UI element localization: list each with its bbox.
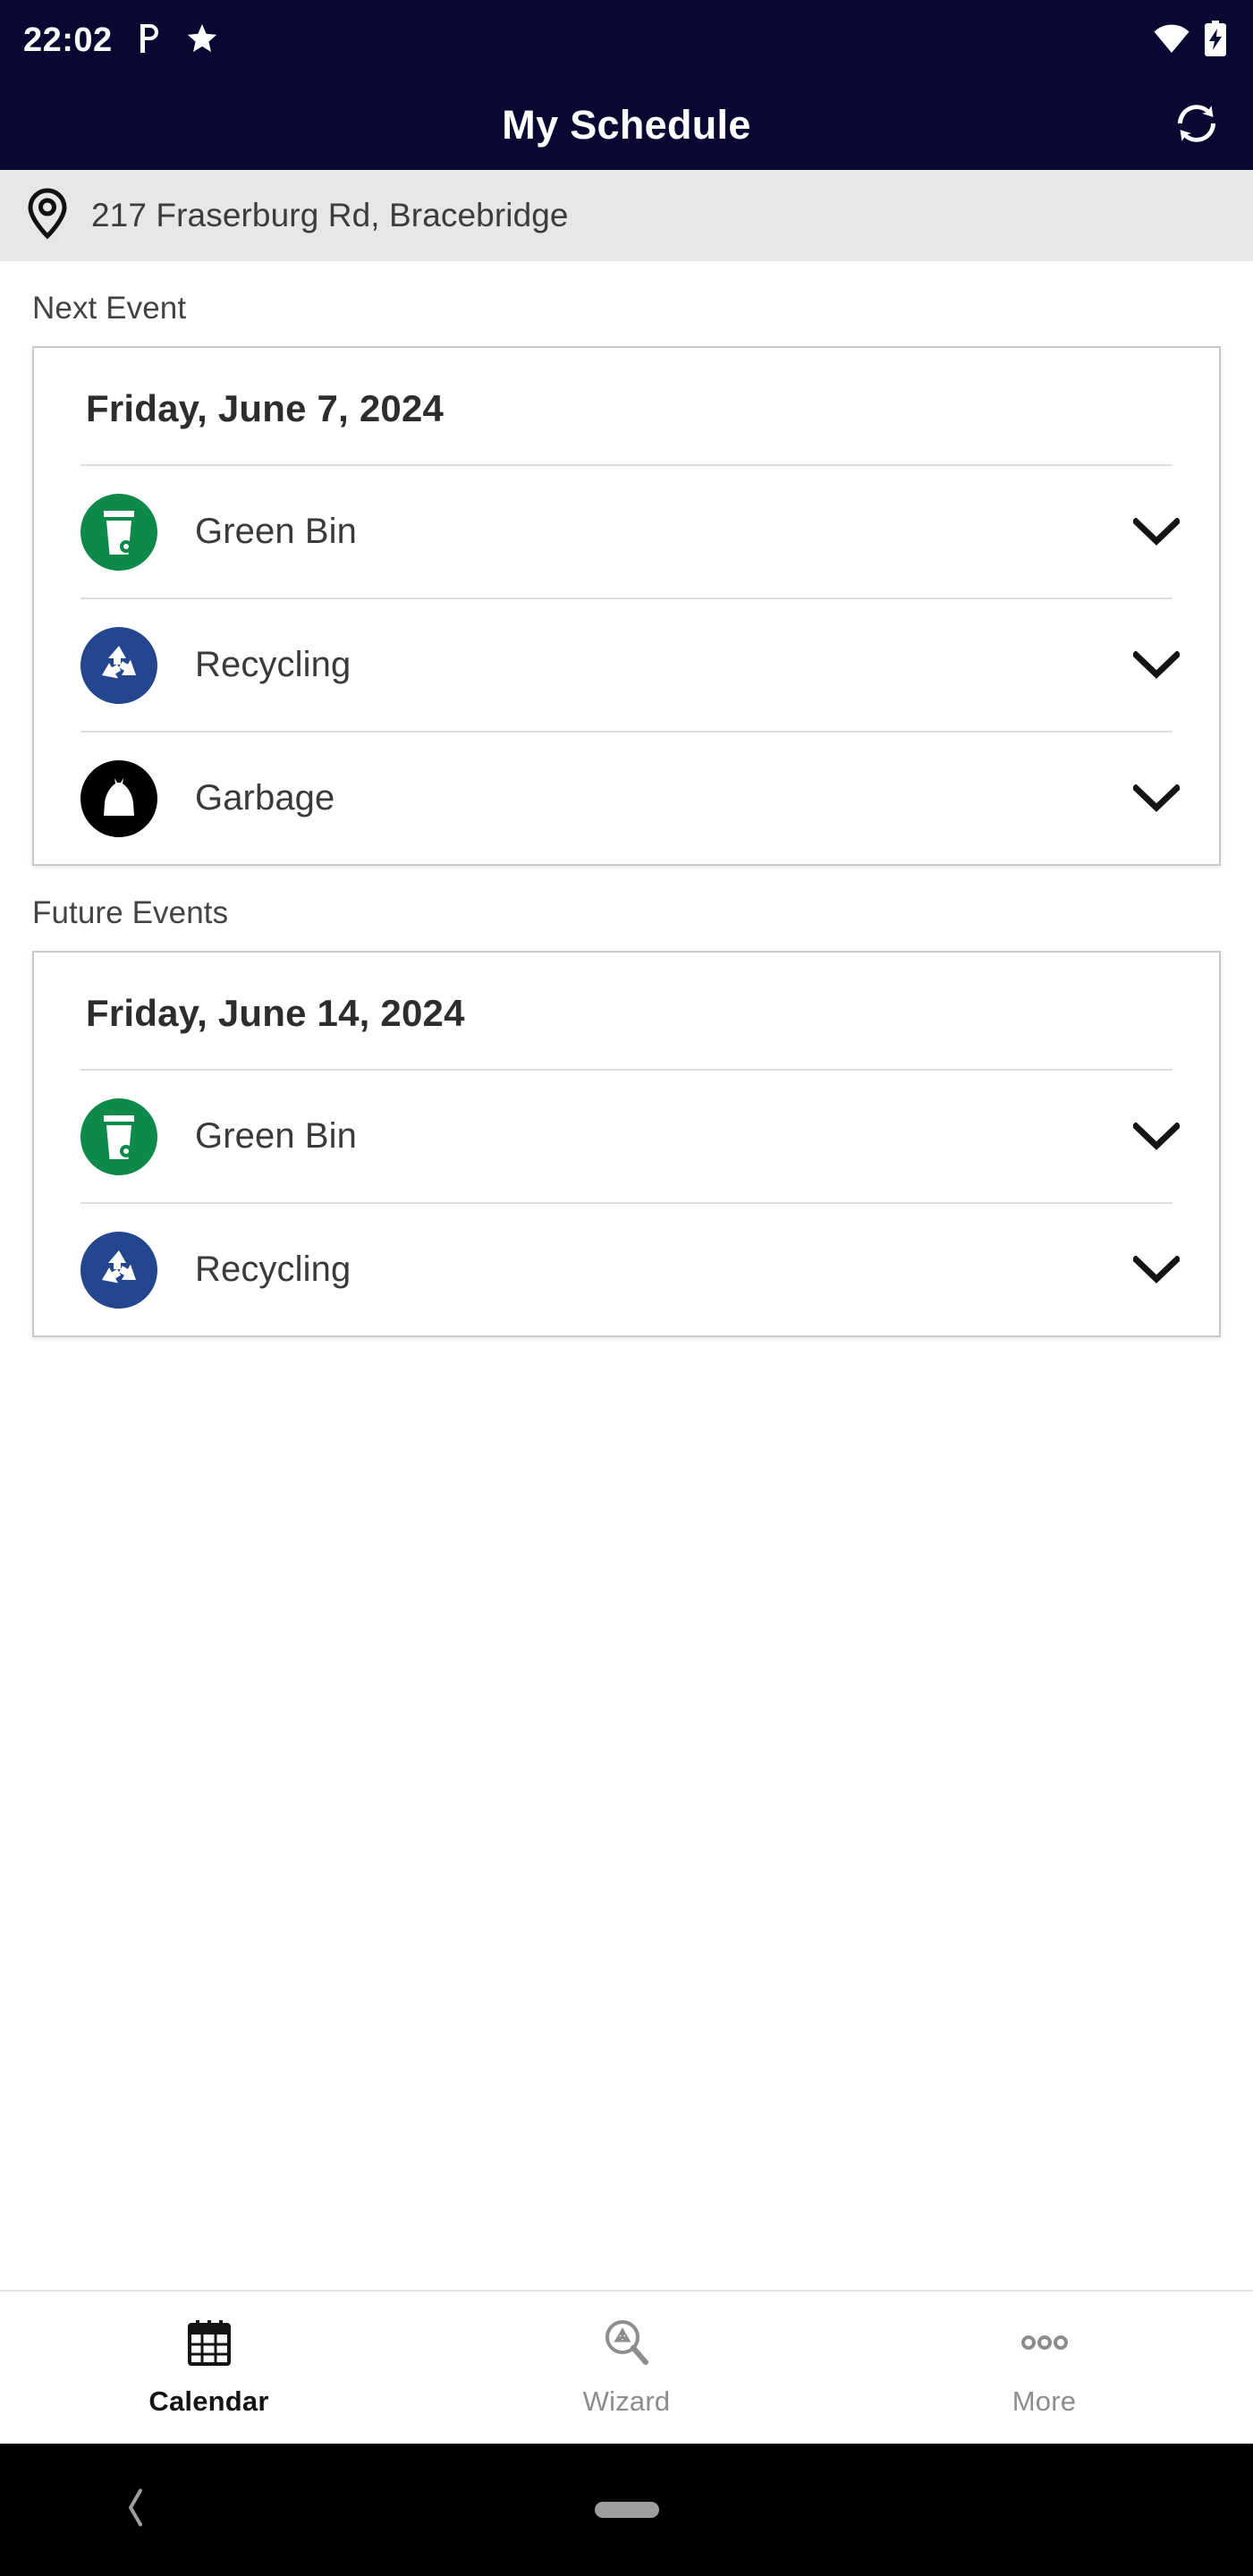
event-row-green-bin[interactable]: Green Bin (34, 466, 1219, 597)
app-root: 22:02 My Schedule 217 Fraserburg Rd, Bra… (0, 0, 1253, 2576)
refresh-sync-icon (1171, 97, 1223, 154)
nav-item-more[interactable]: More (835, 2318, 1253, 2418)
chevron-down-icon[interactable] (1133, 517, 1180, 547)
more-dots-icon (1018, 2318, 1071, 2371)
parking-p-icon (136, 22, 163, 59)
nav-item-label: Calendar (148, 2385, 269, 2417)
recycling-icon (80, 1231, 157, 1309)
event-card-date: Friday, June 14, 2024 (86, 992, 465, 1034)
event-card-future: Friday, June 14, 2024 Green Bin Recyclin… (32, 951, 1221, 1337)
green-bin-icon (80, 493, 157, 571)
address-bar[interactable]: 217 Fraserburg Rd, Bracebridge (0, 170, 1253, 261)
home-pill-icon[interactable] (594, 2502, 659, 2518)
address-text: 217 Fraserburg Rd, Bracebridge (91, 197, 569, 233)
event-label: Green Bin (195, 512, 357, 551)
bottom-navigation: Calendar Wizard More (0, 2290, 1253, 2444)
garbage-bag-icon (80, 759, 157, 837)
event-label: Garbage (195, 778, 335, 818)
refresh-sync-button[interactable] (1171, 97, 1223, 154)
chevron-down-icon[interactable] (1133, 650, 1180, 680)
nav-item-label: More (1012, 2385, 1077, 2417)
page-title: My Schedule (502, 102, 751, 148)
app-bar: My Schedule (0, 80, 1253, 170)
event-row-recycling[interactable]: Recycling (34, 599, 1219, 731)
status-bar-left: 22:02 (23, 22, 218, 59)
battery-charging-icon (1205, 20, 1226, 61)
schedule-scroll-area[interactable]: Next Event Friday, June 7, 2024 Green Bi… (0, 261, 1253, 2290)
back-chevron-icon[interactable] (125, 2488, 147, 2532)
event-row-recycling[interactable]: Recycling (34, 1204, 1219, 1335)
section-title-next-event: Next Event (32, 291, 187, 326)
wifi-icon (1153, 23, 1190, 58)
event-card-next: Friday, June 7, 2024 Green Bin Recycling… (32, 346, 1221, 866)
location-pin-icon (27, 187, 68, 244)
section-title-future-events: Future Events (32, 895, 229, 930)
android-navigation-bar (0, 2444, 1253, 2576)
event-label: Recycling (195, 1250, 351, 1289)
event-row-green-bin[interactable]: Green Bin (34, 1071, 1219, 1202)
nav-item-wizard[interactable]: Wizard (418, 2318, 835, 2418)
chevron-down-icon[interactable] (1133, 1255, 1180, 1284)
status-bar-clock: 22:02 (23, 21, 113, 59)
recycle-search-icon (603, 2318, 651, 2371)
nav-item-calendar[interactable]: Calendar (0, 2318, 418, 2418)
event-card-date: Friday, June 7, 2024 (86, 387, 444, 429)
star-icon (186, 22, 218, 59)
status-bar-right (1153, 20, 1226, 61)
chevron-down-icon[interactable] (1133, 1122, 1180, 1151)
calendar-icon (186, 2318, 233, 2371)
green-bin-icon (80, 1097, 157, 1175)
nav-item-label: Wizard (582, 2385, 671, 2417)
event-label: Green Bin (195, 1116, 357, 1156)
recycling-icon (80, 626, 157, 704)
status-bar: 22:02 (0, 0, 1253, 80)
event-label: Recycling (195, 645, 351, 684)
event-row-garbage[interactable]: Garbage (34, 733, 1219, 864)
chevron-down-icon[interactable] (1133, 784, 1180, 813)
